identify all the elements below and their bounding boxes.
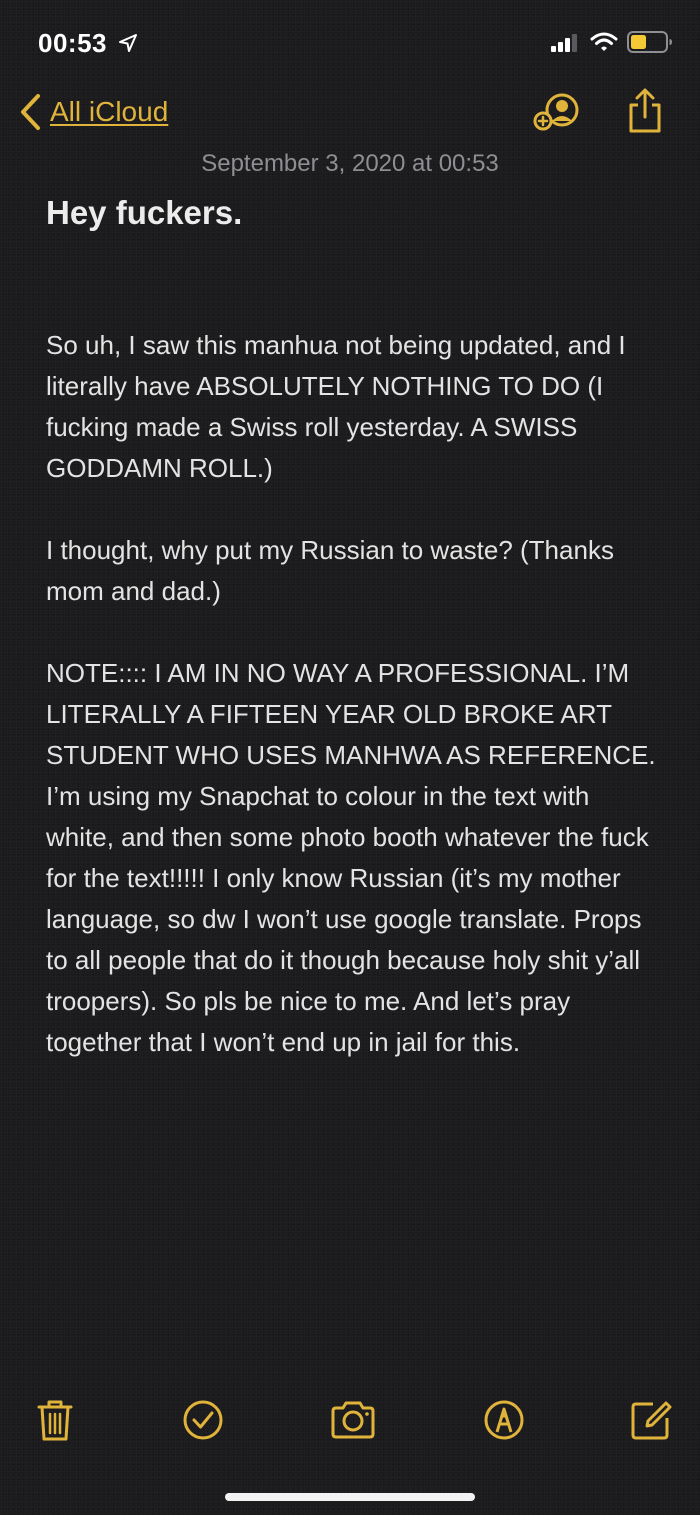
delete-button[interactable] xyxy=(31,1396,79,1444)
battery-icon xyxy=(627,31,672,53)
status-time: 00:53 xyxy=(38,28,107,58)
compose-button[interactable] xyxy=(627,1396,675,1444)
note-paragraph: So uh, I saw this manhua not being updat… xyxy=(46,330,626,483)
markup-icon xyxy=(484,1400,524,1440)
note-title: Hey fuckers. xyxy=(46,194,243,231)
note-body[interactable]: So uh, I saw this manhua not being updat… xyxy=(46,325,656,1104)
note-paragraph: I thought, why put my Russian to waste? … xyxy=(46,535,614,606)
add-people-icon[interactable] xyxy=(531,92,581,132)
checklist-button[interactable] xyxy=(179,1396,227,1444)
share-icon[interactable] xyxy=(626,88,664,134)
cellular-signal-icon xyxy=(551,34,577,52)
status-bar: 00:53 xyxy=(0,0,700,80)
wifi-icon xyxy=(590,32,618,51)
note-paragraph: NOTE:::: I AM IN NO WAY A PROFESSIONAL. … xyxy=(46,658,656,1057)
bottom-toolbar xyxy=(0,1396,700,1446)
chevron-left-icon xyxy=(21,94,40,130)
location-arrow-icon xyxy=(119,34,137,52)
camera-icon xyxy=(331,1401,375,1439)
note-date: September 3, 2020 at 00:53 xyxy=(201,150,499,177)
compose-icon xyxy=(631,1401,672,1440)
camera-button[interactable] xyxy=(329,1396,377,1444)
trash-icon xyxy=(37,1400,73,1441)
markup-button[interactable] xyxy=(480,1396,528,1444)
back-button[interactable]: All iCloud xyxy=(18,92,168,132)
back-button-label: All iCloud xyxy=(50,96,169,127)
checklist-icon xyxy=(183,1400,223,1440)
home-indicator[interactable] xyxy=(225,1493,475,1501)
